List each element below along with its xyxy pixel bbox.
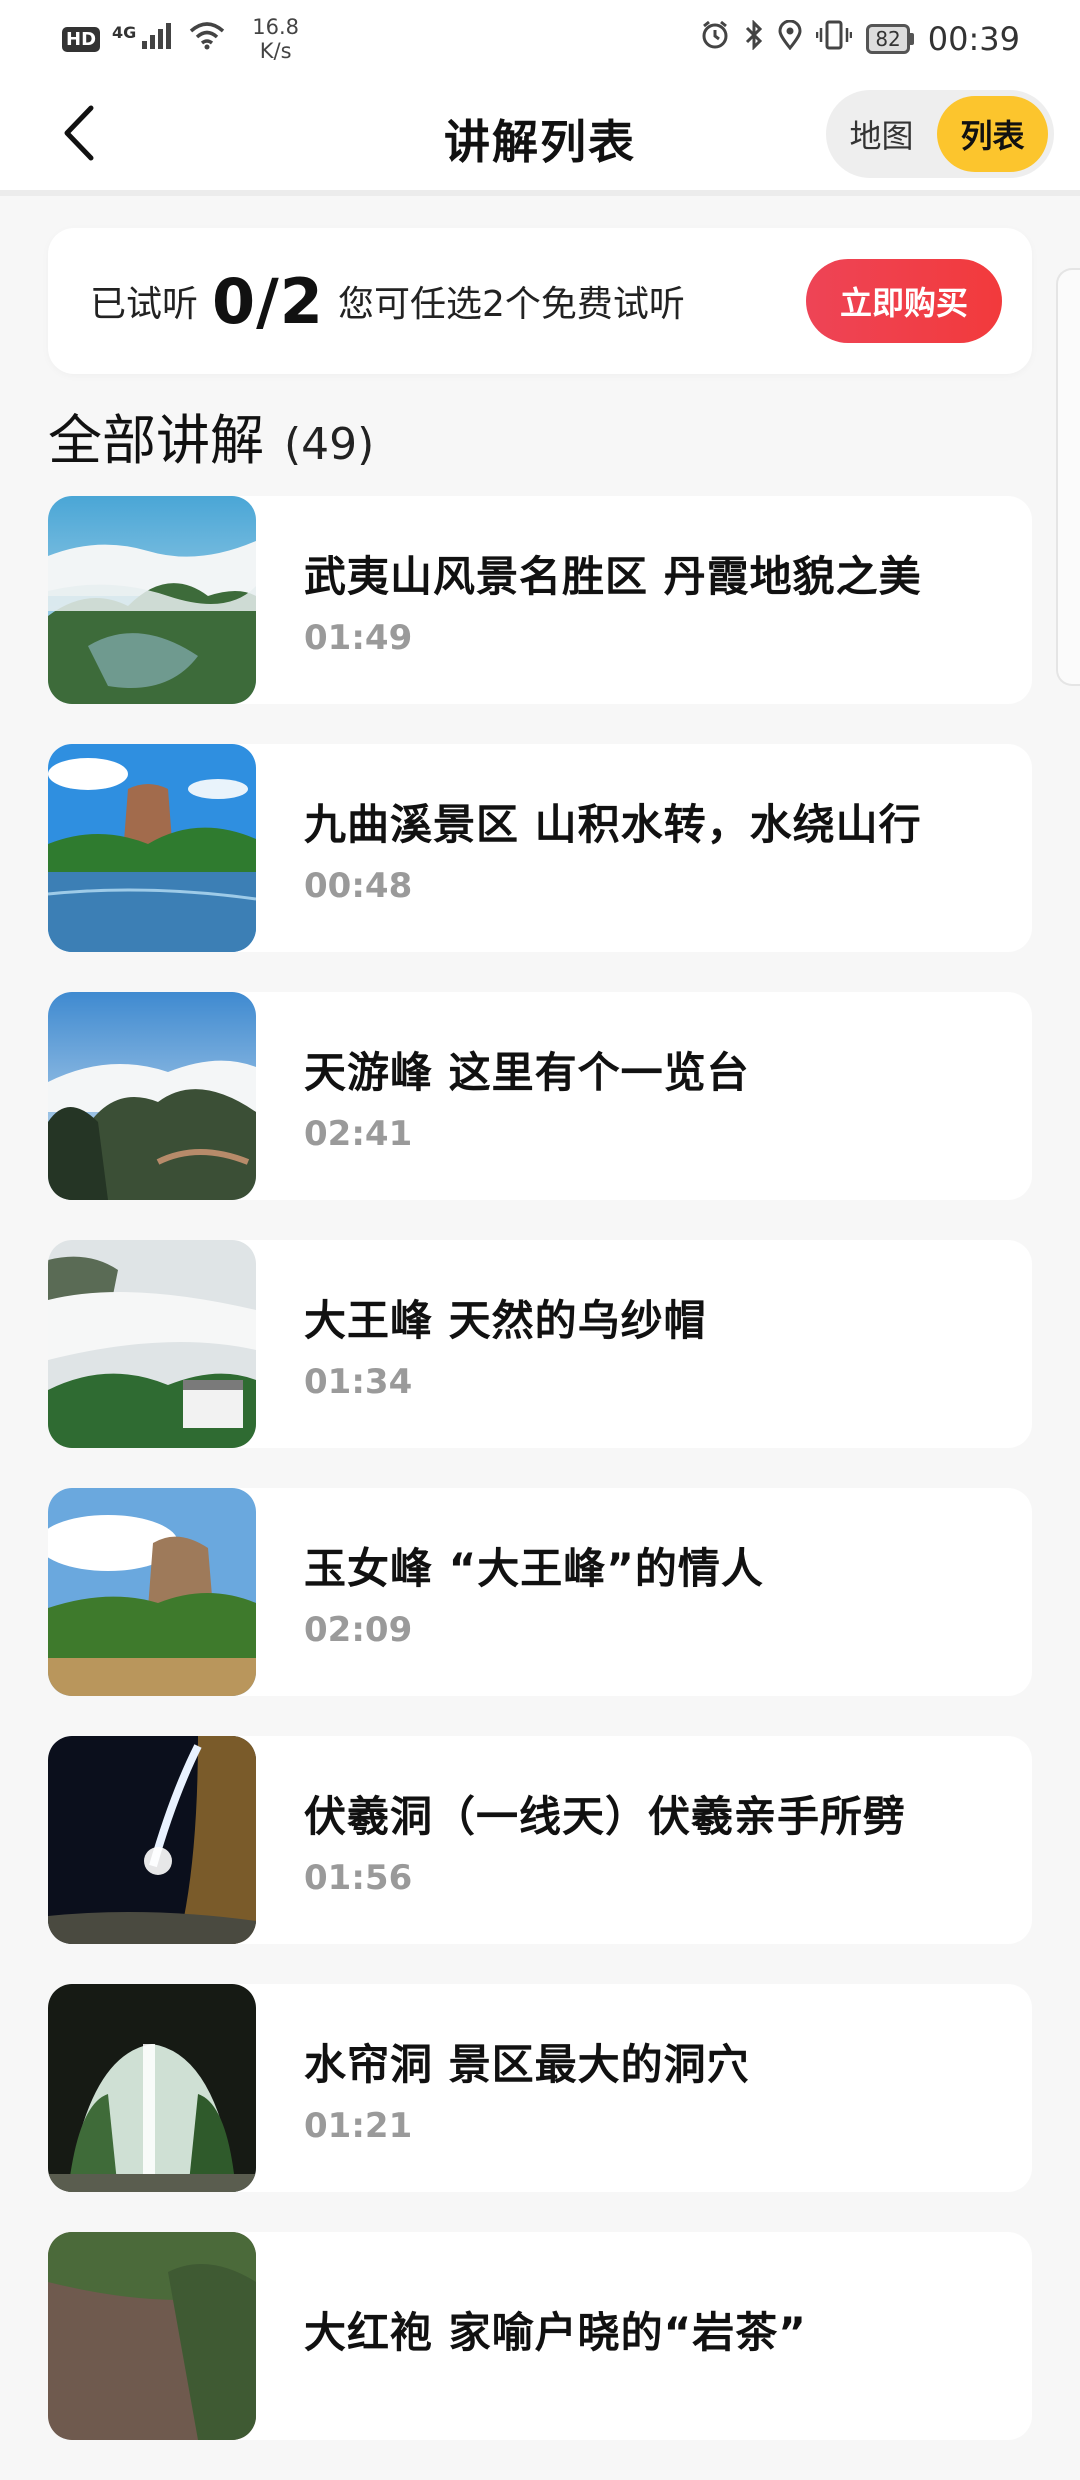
thumbnail-image xyxy=(48,496,256,704)
item-title: 伏羲洞（一线天）伏羲亲手所劈 xyxy=(304,1791,907,1841)
list-item[interactable]: 伏羲洞（一线天）伏羲亲手所劈 01:56 xyxy=(48,1736,1032,1944)
network-type: 4G xyxy=(112,22,137,42)
speed-value: 16.8 xyxy=(252,15,300,39)
battery-tip xyxy=(909,33,914,45)
thumbnail-image xyxy=(48,744,256,952)
thumbnail-image xyxy=(48,992,256,1200)
status-right: 82 00:39 xyxy=(700,19,1020,58)
battery-level: 82 xyxy=(866,24,910,54)
hd-badge: HD xyxy=(62,26,101,52)
item-text: 大红袍 家喻户晓的“岩茶” xyxy=(304,2299,807,2374)
thumbnail-image xyxy=(48,2232,256,2440)
thumbnail-image xyxy=(48,1240,256,1448)
item-text: 玉女峰 “大王峰”的情人 02:09 xyxy=(304,1535,764,1650)
item-text: 武夷山风景名胜区 丹霞地貌之美 01:49 xyxy=(304,543,922,658)
item-title: 大红袍 家喻户晓的“岩茶” xyxy=(304,2307,807,2357)
trial-count: 0/2 xyxy=(212,264,324,338)
buy-now-button[interactable]: 立即购买 xyxy=(806,259,1002,343)
item-duration: 00:48 xyxy=(304,865,413,906)
item-duration: 02:09 xyxy=(304,1609,413,1650)
item-title: 水帘洞 景区最大的洞穴 xyxy=(304,2039,750,2089)
side-panel-handle[interactable] xyxy=(1056,268,1080,686)
item-text: 大王峰 天然的乌纱帽 01:34 xyxy=(304,1287,707,1402)
toggle-list[interactable]: 列表 xyxy=(937,96,1048,172)
section-count: (49) xyxy=(284,419,375,470)
status-bar: HD 4G 16.8 K/s 82 00:39 xyxy=(0,0,1080,78)
status-left: HD 4G 16.8 K/s xyxy=(62,15,299,63)
list-item[interactable]: 水帘洞 景区最大的洞穴 01:21 xyxy=(48,1984,1032,2192)
alarm-icon xyxy=(700,20,730,58)
thumbnail-image xyxy=(48,1488,256,1696)
trial-card: 已试听 0/2 您可任选2个免费试听 立即购买 xyxy=(48,228,1032,374)
section-title: 全部讲解 xyxy=(48,409,264,472)
item-duration: 01:49 xyxy=(304,617,413,658)
item-title: 九曲溪景区 山积水转，水绕山行 xyxy=(304,799,922,849)
nav-bar: 讲解列表 地图 列表 xyxy=(0,78,1080,196)
list-item[interactable]: 玉女峰 “大王峰”的情人 02:09 xyxy=(48,1488,1032,1696)
item-title: 天游峰 这里有个一览台 xyxy=(304,1047,750,1097)
item-duration: 02:41 xyxy=(304,1113,413,1154)
list-item[interactable]: 九曲溪景区 山积水转，水绕山行 00:48 xyxy=(48,744,1032,952)
item-duration: 01:21 xyxy=(304,2105,413,2146)
clock: 00:39 xyxy=(927,20,1020,58)
wifi-icon xyxy=(188,20,226,58)
network-speed: 16.8 K/s xyxy=(252,15,299,63)
item-title: 武夷山风景名胜区 丹霞地貌之美 xyxy=(304,551,922,601)
item-text: 水帘洞 景区最大的洞穴 01:21 xyxy=(304,2031,750,2146)
item-text: 伏羲洞（一线天）伏羲亲手所劈 01:56 xyxy=(304,1783,906,1898)
bluetooth-icon xyxy=(744,19,764,58)
trial-hint: 您可任选2个免费试听 xyxy=(337,284,685,325)
vibrate-icon xyxy=(816,20,853,58)
item-title: 大王峰 天然的乌纱帽 xyxy=(304,1295,707,1345)
view-toggle: 地图 列表 xyxy=(826,90,1054,178)
thumbnail-image xyxy=(48,1736,256,1944)
trial-label: 已试听 xyxy=(90,284,199,325)
list-item[interactable]: 大王峰 天然的乌纱帽 01:34 xyxy=(48,1240,1032,1448)
audio-guide-list: 武夷山风景名胜区 丹霞地貌之美 01:49 九曲溪景区 山积水转，水绕山行 00… xyxy=(48,496,1032,2480)
signal-icon xyxy=(142,21,176,57)
item-duration: 01:56 xyxy=(304,1857,413,1898)
location-icon xyxy=(778,19,802,58)
item-text: 天游峰 这里有个一览台 02:41 xyxy=(304,1039,750,1154)
speed-unit: K/s xyxy=(259,39,292,63)
list-item[interactable]: 大红袍 家喻户晓的“岩茶” xyxy=(48,2232,1032,2440)
list-item[interactable]: 天游峰 这里有个一览台 02:41 xyxy=(48,992,1032,1200)
item-text: 九曲溪景区 山积水转，水绕山行 00:48 xyxy=(304,791,922,906)
item-title: 玉女峰 “大王峰”的情人 xyxy=(304,1543,764,1593)
item-duration: 01:34 xyxy=(304,1361,413,1402)
toggle-map[interactable]: 地图 xyxy=(826,96,937,172)
battery-indicator: 82 xyxy=(866,24,914,54)
thumbnail-image xyxy=(48,1984,256,2192)
list-item[interactable]: 武夷山风景名胜区 丹霞地貌之美 01:49 xyxy=(48,496,1032,704)
section-header: 全部讲解 (49) xyxy=(48,396,374,475)
